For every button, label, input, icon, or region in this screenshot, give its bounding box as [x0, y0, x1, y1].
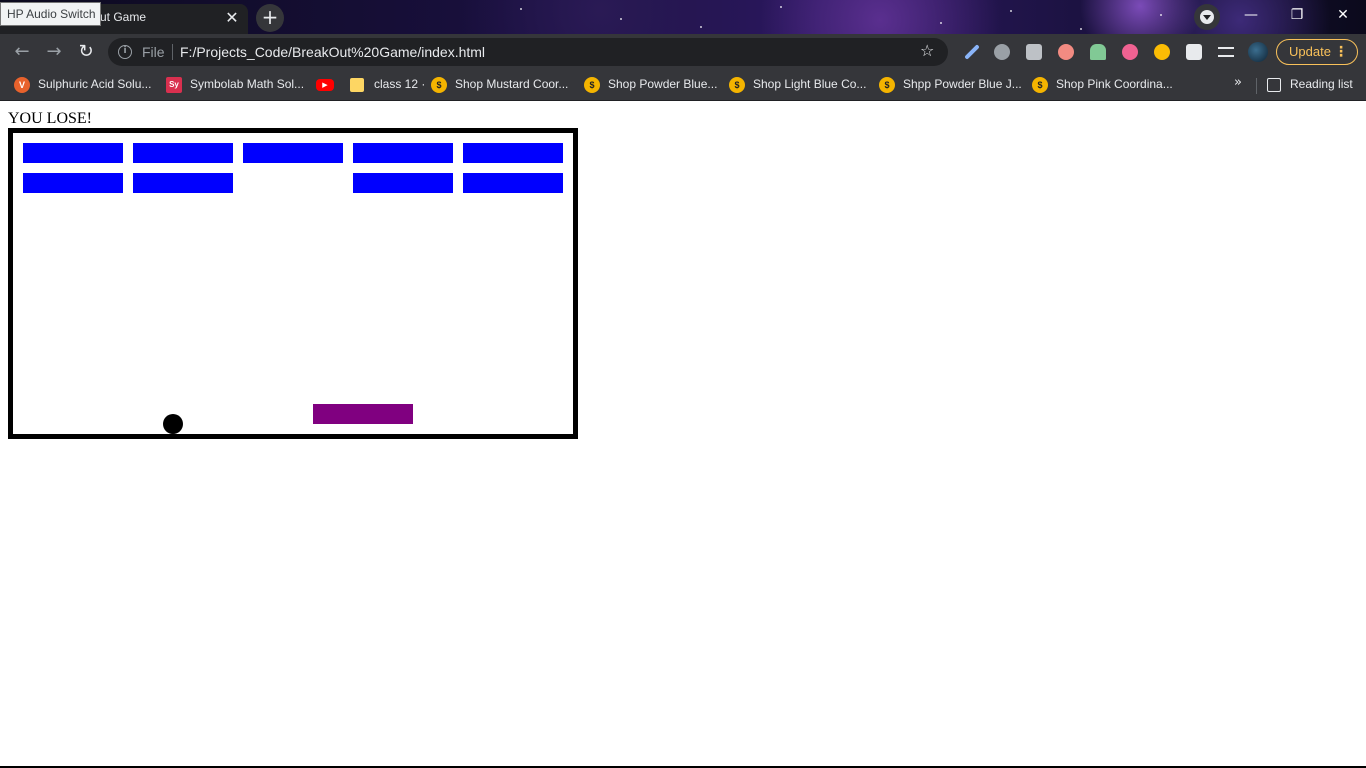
brick: [353, 173, 453, 193]
circle-extension-icon[interactable]: [1058, 44, 1074, 60]
x-extension-icon[interactable]: [1154, 44, 1170, 60]
bookmark-label: Symbolab Math Sol...: [190, 77, 305, 91]
box-extension-icon[interactable]: [1026, 44, 1042, 60]
bookmark-label: class 12 ·: [374, 77, 426, 91]
new-tab-button[interactable]: +: [256, 4, 284, 32]
tab-search-icon[interactable]: [1194, 4, 1220, 30]
tooltip-hp-audio-switch: HP Audio Switch: [0, 2, 101, 26]
brick: [23, 143, 123, 163]
bookmark-label: Shpp Powder Blue J...: [903, 77, 1022, 91]
brick: [133, 143, 233, 163]
shop-icon: $: [879, 77, 895, 93]
update-label: Update: [1289, 44, 1331, 59]
bookmark-symbolab-icon: Sy: [166, 77, 182, 93]
game-board[interactable]: [8, 128, 578, 439]
pen-extension-icon[interactable]: [964, 44, 980, 60]
bookmark-label: Shop Light Blue Co...: [753, 77, 867, 91]
info-icon[interactable]: i: [118, 45, 132, 59]
ball: [163, 414, 183, 434]
bookmark-label: Shop Pink Coordina...: [1056, 77, 1173, 91]
reading-list-divider: [1256, 78, 1257, 94]
close-window-button[interactable]: ✕: [1320, 0, 1366, 30]
brick: [133, 173, 233, 193]
avatar[interactable]: [1248, 42, 1268, 62]
shop-icon: $: [431, 77, 447, 93]
pink-extension-icon[interactable]: [1122, 44, 1138, 60]
menu-dots-icon[interactable]: ⋮: [1334, 40, 1348, 64]
bookmark-label: Shop Powder Blue...: [608, 77, 718, 91]
address-bar[interactable]: i File F:/Projects_Code/BreakOut%20Game/…: [108, 38, 948, 66]
address-divider: [172, 44, 173, 60]
restore-button[interactable]: ❐: [1274, 0, 1320, 30]
youtube-icon: ▶: [316, 79, 334, 91]
minimize-button[interactable]: —: [1228, 0, 1274, 30]
puzzle-extensions-icon[interactable]: [1186, 44, 1202, 60]
brick: [353, 143, 453, 163]
brick: [23, 173, 123, 193]
tree-extension-icon[interactable]: [1090, 44, 1106, 60]
shop-icon: $: [729, 77, 745, 93]
paddle[interactable]: [313, 404, 413, 424]
more-bookmarks-icon[interactable]: »: [1234, 75, 1242, 90]
media-control-icon[interactable]: [1218, 47, 1234, 57]
tab-close-icon[interactable]: ✕: [222, 8, 242, 28]
bookmark-label: Sulphuric Acid Solu...: [38, 77, 152, 91]
back-button[interactable]: ←: [8, 38, 36, 66]
folder-icon: [350, 78, 364, 92]
reading-list-button[interactable]: Reading list: [1290, 77, 1353, 91]
scheme-label: File: [142, 44, 165, 60]
spy-extension-icon[interactable]: [994, 44, 1010, 60]
brick: [243, 143, 343, 163]
game-status-text: YOU LOSE!: [8, 110, 92, 127]
bookmark-star-icon[interactable]: ☆: [920, 41, 934, 60]
tab-title: ut Game: [100, 10, 147, 24]
shop-icon: $: [1032, 77, 1048, 93]
bookmarks-bar: V Sulphuric Acid Solu... Sy Symbolab Mat…: [0, 70, 1366, 101]
bookmark-label: Shop Mustard Coor...: [455, 77, 569, 91]
reading-list-icon[interactable]: [1267, 78, 1281, 92]
brick: [463, 173, 563, 193]
update-button[interactable]: Update ⋮: [1276, 39, 1358, 65]
reload-button[interactable]: ↻: [72, 38, 100, 66]
browser-toolbar: ← → ↻ i File F:/Projects_Code/BreakOut%2…: [0, 34, 1366, 70]
brick: [463, 143, 563, 163]
shop-icon: $: [584, 77, 600, 93]
bookmark-v-icon: V: [14, 77, 30, 93]
forward-button[interactable]: →: [40, 38, 68, 66]
url-text[interactable]: F:/Projects_Code/BreakOut%20Game/index.h…: [180, 44, 485, 60]
title-bar: ut Game ✕ HP Audio Switch + — ❐ ✕: [0, 0, 1366, 34]
